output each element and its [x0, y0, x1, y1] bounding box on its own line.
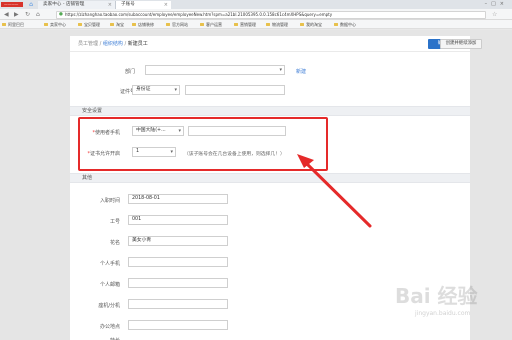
watermark-sub: jingyan.baidu.com — [415, 310, 471, 317]
watermark-logo: Bai 经验 — [395, 284, 478, 308]
